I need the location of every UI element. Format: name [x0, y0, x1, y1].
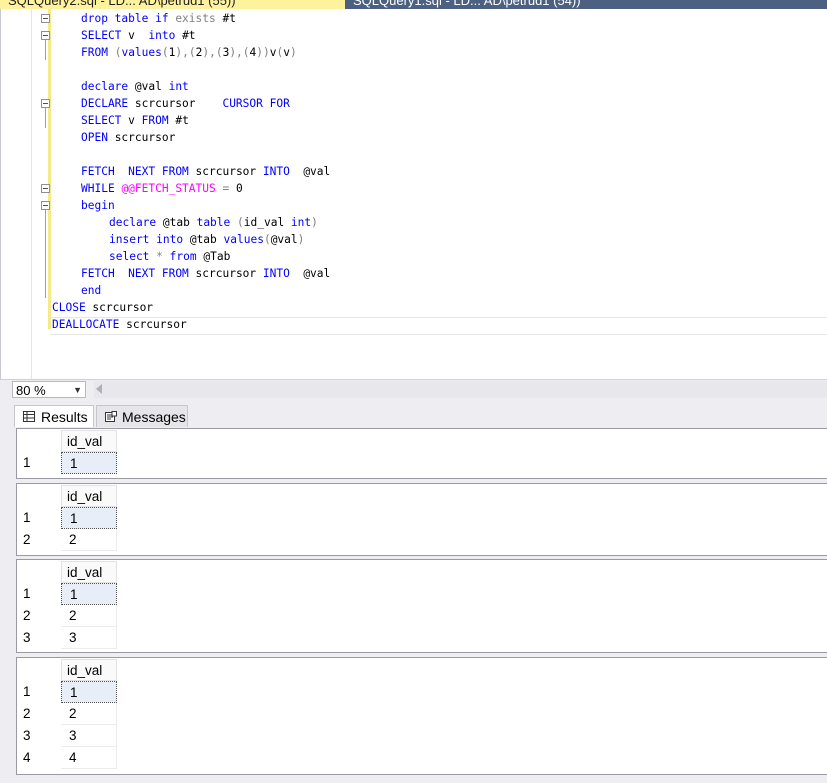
unsaved-changes-bar — [48, 9, 51, 329]
horizontal-scrollbar[interactable] — [94, 381, 827, 398]
row-number[interactable]: 3 — [23, 627, 61, 649]
collapse-icon[interactable] — [41, 99, 50, 108]
result-grid[interactable]: id_val 1 1 2 2 3 3 — [16, 559, 827, 653]
row-number[interactable]: 1 — [23, 583, 61, 605]
collapse-icon[interactable] — [41, 31, 50, 40]
grid-cell[interactable]: 2 — [61, 703, 117, 725]
row-number[interactable]: 3 — [23, 725, 61, 747]
grid-cell[interactable]: 1 — [61, 452, 117, 474]
collapse-icon[interactable] — [41, 14, 50, 23]
result-grid[interactable]: id_val 1 1 2 2 3 3 4 4 — [16, 657, 827, 775]
change-tracking-bar — [32, 9, 36, 321]
row-number[interactable]: 1 — [23, 452, 61, 474]
grid-cell[interactable]: 1 — [61, 583, 117, 605]
row-number[interactable]: 4 — [23, 747, 61, 769]
code-line: end — [81, 284, 102, 297]
results-tab-bar: Results Messages — [0, 401, 827, 427]
code-line: begin — [81, 199, 115, 212]
tab-results[interactable]: Results — [14, 405, 94, 427]
code-line: declare @val int — [81, 80, 189, 93]
tab-messages[interactable]: Messages — [96, 405, 188, 427]
column-header[interactable]: id_val — [61, 430, 117, 452]
code-line: FROM (values(1),(2),(3),(4))v(v) — [81, 46, 297, 59]
collapse-icon[interactable] — [41, 201, 50, 210]
grid-icon — [23, 411, 35, 422]
row-number[interactable]: 1 — [23, 507, 61, 529]
chevron-down-icon[interactable]: ▼ — [73, 382, 82, 399]
code-line: insert into @tab values(@val) — [109, 233, 305, 246]
row-number[interactable]: 2 — [23, 529, 61, 551]
tab-label: SQLQuery2.sql - LD... AD\petrud1 (55)) — [8, 0, 236, 8]
code-line: FETCH NEXT FROM scrcursor INTO @val — [81, 267, 331, 280]
query-editor[interactable]: drop table if exists #t SELECT v into #t… — [0, 9, 827, 379]
code-line: CLOSE scrcursor — [52, 301, 154, 314]
tab-sqlquery1[interactable]: SQLQuery1.sql - LD... AD\petrud1 (54)) — [345, 0, 827, 9]
row-number[interactable]: 2 — [23, 703, 61, 725]
code-line: declare @tab table (id_val int) — [109, 216, 318, 229]
code-line: WHILE @@FETCH_STATUS = 0 — [81, 182, 243, 195]
code-line: SELECT v into #t — [81, 29, 196, 42]
code-line: DEALLOCATE scrcursor — [52, 318, 187, 331]
tab-label: Results — [41, 409, 88, 425]
code-line: FETCH NEXT FROM scrcursor INTO @val — [81, 165, 331, 178]
result-grid[interactable]: id_val 1 1 2 2 — [16, 483, 827, 556]
document-tab-bar: SQLQuery2.sql - LD... AD\petrud1 (55)) S… — [0, 0, 827, 9]
grid-cell[interactable]: 2 — [61, 529, 117, 551]
column-header[interactable]: id_val — [61, 485, 117, 507]
code-line: drop table if exists #t — [81, 12, 236, 25]
scroll-left-icon[interactable] — [96, 384, 102, 394]
code-line: DECLARE scrcursor CURSOR FOR — [81, 97, 290, 110]
result-grid[interactable]: id_val 1 1 — [16, 428, 827, 479]
code-line: SELECT v FROM #t — [81, 114, 189, 127]
row-number[interactable]: 1 — [23, 681, 61, 703]
zoom-dropdown[interactable]: 80 % ▼ — [12, 381, 86, 398]
editor-gutter — [1, 9, 32, 379]
row-number[interactable]: 2 — [23, 605, 61, 627]
editor-zoom-bar: 80 % ▼ — [0, 379, 827, 401]
grid-cell[interactable]: 1 — [61, 681, 117, 703]
grid-cell[interactable]: 4 — [61, 747, 117, 769]
tab-sqlquery2[interactable]: SQLQuery2.sql - LD... AD\petrud1 (55)) — [0, 0, 346, 9]
messages-icon — [105, 411, 117, 422]
column-header[interactable]: id_val — [61, 561, 117, 583]
grid-cell[interactable]: 2 — [61, 605, 117, 627]
tab-label: Messages — [122, 409, 186, 425]
collapse-icon[interactable] — [41, 184, 50, 193]
fold-guide — [45, 108, 46, 128]
fold-guide — [45, 210, 46, 298]
grid-cell[interactable]: 1 — [61, 507, 117, 529]
tab-label: SQLQuery1.sql - LD... AD\petrud1 (54)) — [353, 0, 581, 8]
fold-guide — [45, 40, 46, 60]
code-line: OPEN scrcursor — [81, 131, 176, 144]
grid-cell[interactable]: 3 — [61, 725, 117, 747]
column-header[interactable]: id_val — [61, 659, 117, 681]
code-line: select * from @Tab — [109, 250, 231, 263]
zoom-value: 80 % — [16, 383, 46, 398]
grid-cell[interactable]: 3 — [61, 627, 117, 649]
